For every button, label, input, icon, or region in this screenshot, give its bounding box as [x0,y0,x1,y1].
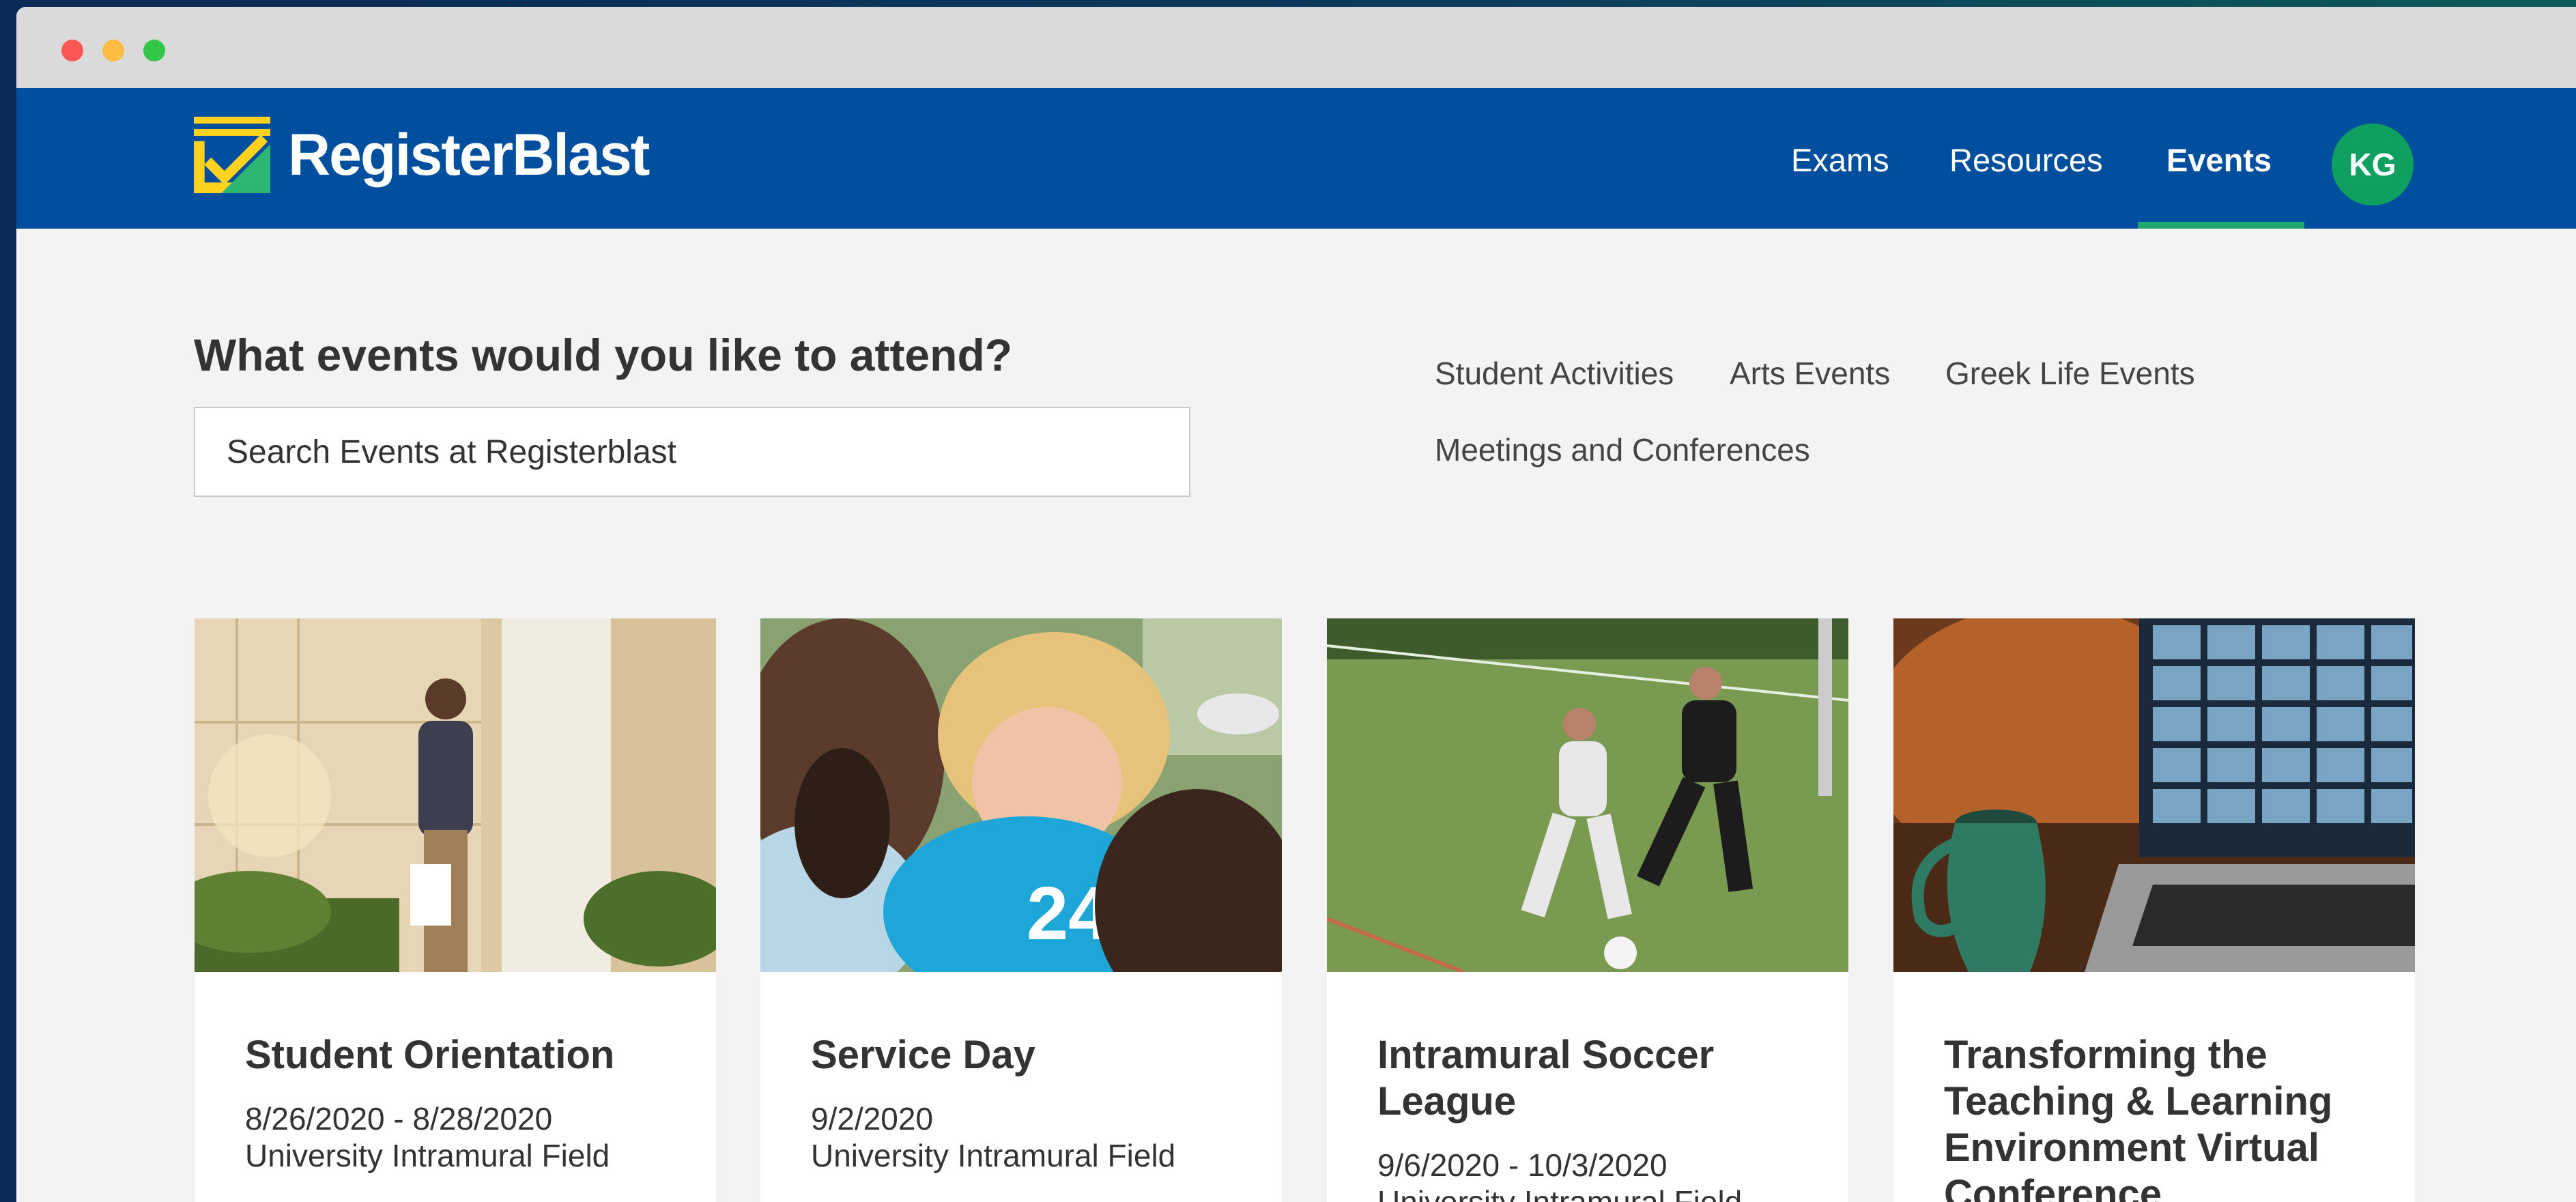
event-date: 8/26/2020 - 8/28/2020 [245,1101,553,1136]
event-date: 9/6/2020 - 10/3/2020 [1377,1147,1668,1183]
event-image-intramural-soccer [1327,618,1848,972]
event-card-service-day[interactable]: 24 Service Day 9/2/2020 University Intra… [760,618,1282,1202]
minimize-window-button[interactable] [102,40,124,61]
event-image-service-day: 24 [760,618,1282,972]
category-arts-events[interactable]: Arts Events [1730,355,1890,392]
logo-link[interactable]: RegisterBlast [194,115,650,195]
event-card-intramural-soccer[interactable]: Intramural Soccer League 9/6/2020 - 10/3… [1327,618,1848,1202]
nav-link-exams[interactable]: Exams [1791,141,1889,180]
active-nav-indicator [2138,222,2304,229]
event-image-student-orientation [195,618,716,972]
maximize-window-button[interactable] [143,40,165,61]
event-location: University Intramural Field [811,1138,1176,1173]
top-navbar: RegisterBlast Exams Resources Events KG [16,88,2576,229]
event-location: University Intramural Field [245,1138,610,1173]
event-location: University Intramural Field [1377,1184,1743,1202]
nav-link-events[interactable]: Events [2166,141,2272,180]
search-heading: What events would you like to attend? [194,330,1013,380]
close-window-button[interactable] [61,40,83,61]
browser-window: RegisterBlast Exams Resources Events KG … [16,7,2576,1202]
category-meetings-conferences[interactable]: Meetings and Conferences [1435,431,1810,468]
title-bar [16,7,2576,88]
category-greek-life-events[interactable]: Greek Life Events [1945,355,2195,392]
event-title: Service Day [811,1033,1035,1077]
event-title: Student Orientation [245,1033,615,1077]
nav-link-resources[interactable]: Resources [1949,141,2103,180]
event-title: Transforming the Teaching & Learning Env… [1944,1033,2333,1202]
registerblast-logo-icon [194,117,270,193]
event-title: Intramural Soccer League [1377,1033,1715,1124]
event-date: 9/2/2020 [811,1101,934,1136]
brand-name: RegisterBlast [288,121,650,188]
event-image-virtual-conference [1893,618,2415,972]
event-card-virtual-conference[interactable]: Transforming the Teaching & Learning Env… [1893,618,2415,1202]
search-events-input[interactable] [194,407,1190,497]
category-student-activities[interactable]: Student Activities [1435,355,1674,392]
user-avatar[interactable]: KG [2332,124,2414,205]
event-card-student-orientation[interactable]: Student Orientation 8/26/2020 - 8/28/202… [195,618,716,1202]
